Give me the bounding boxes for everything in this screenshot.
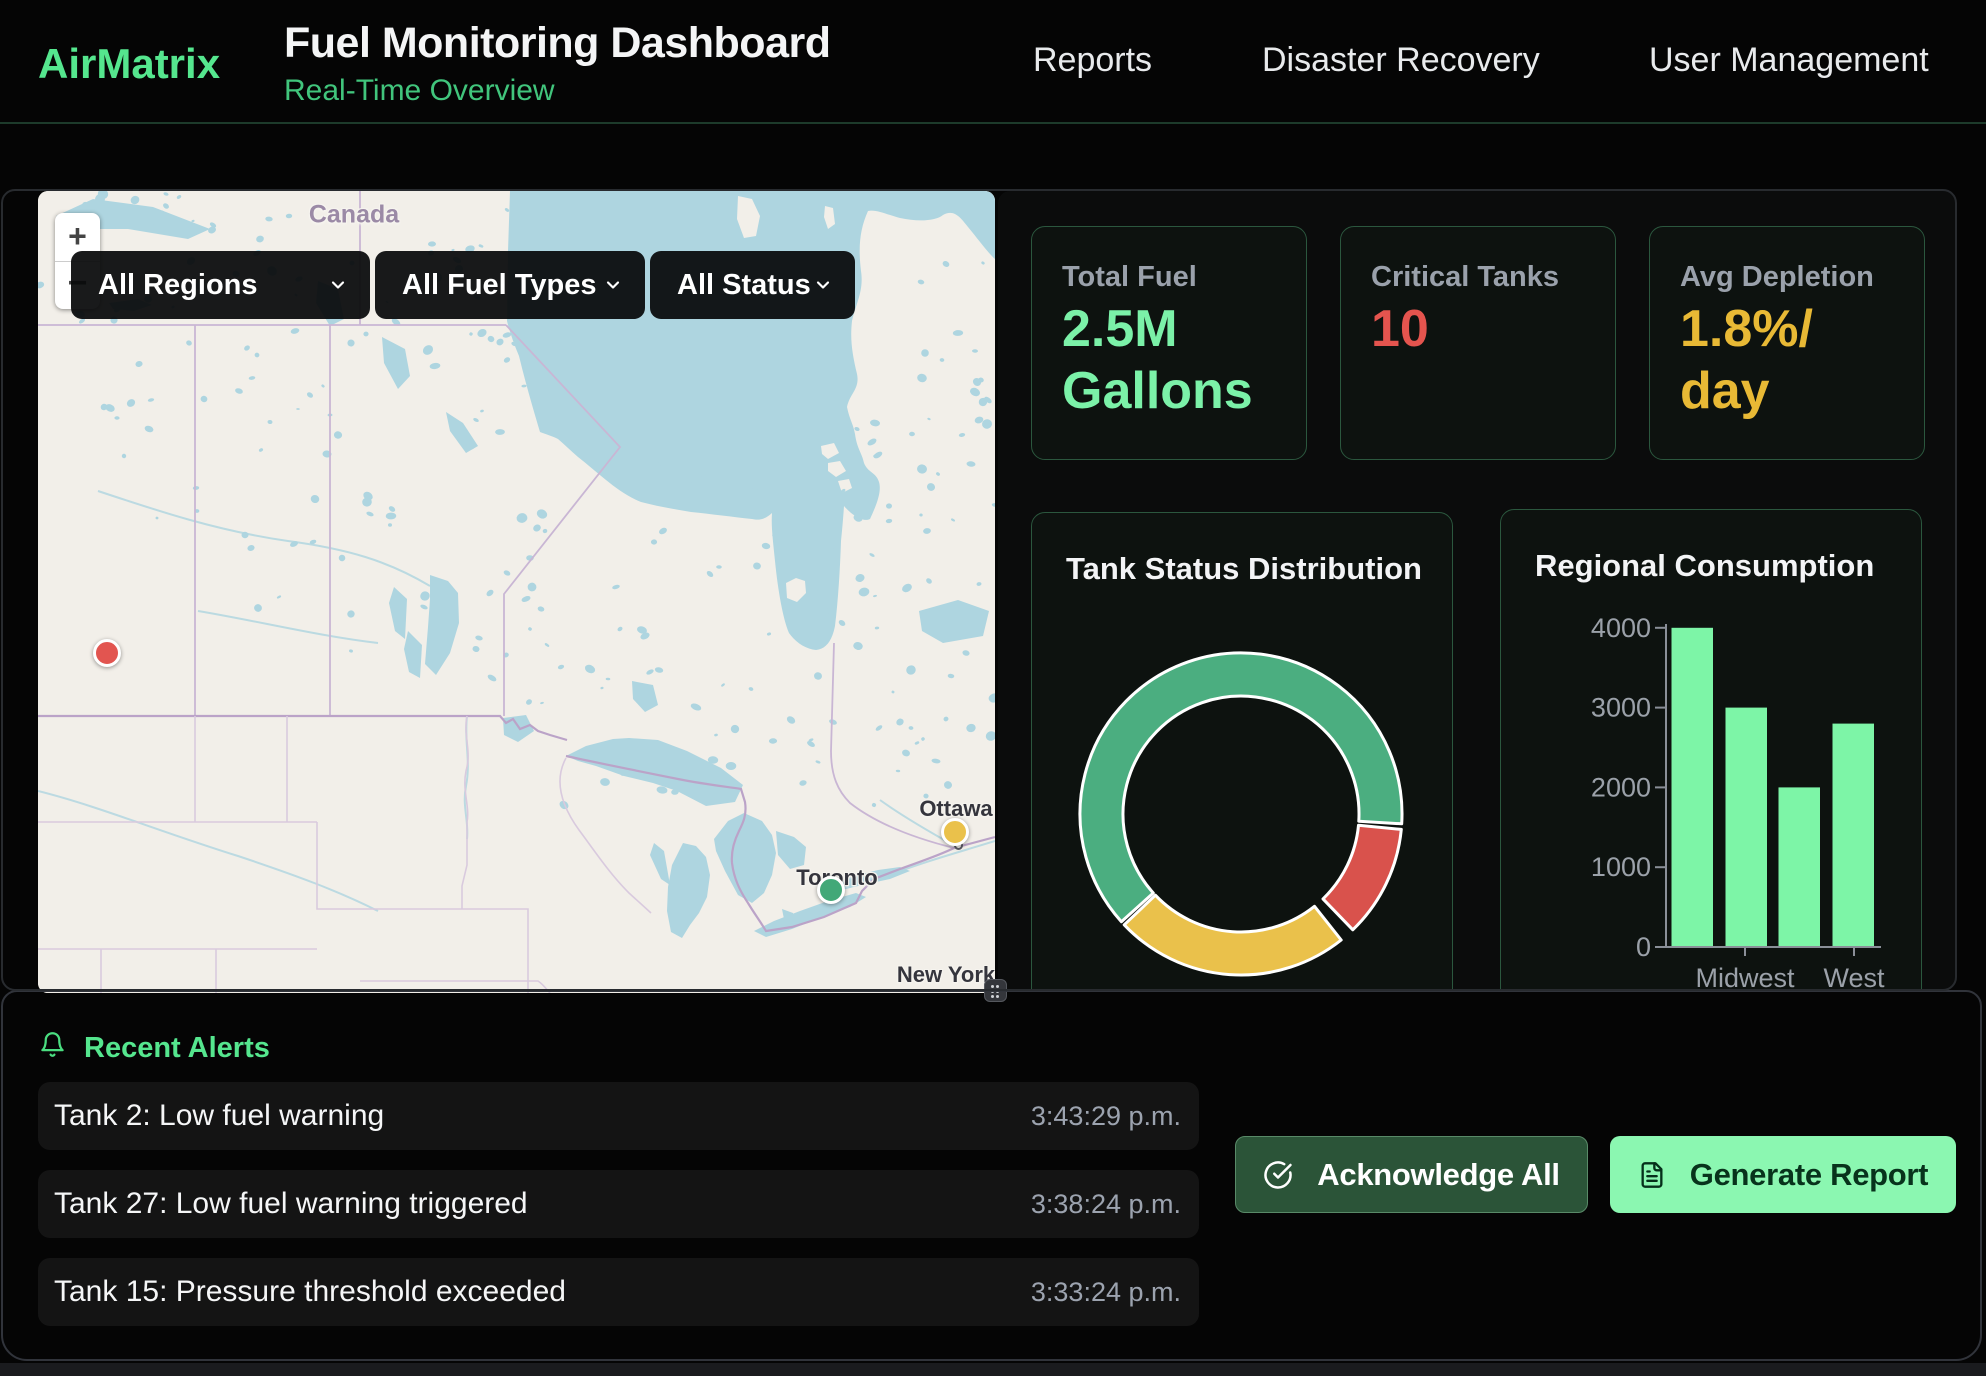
svg-text:West: West	[1823, 963, 1885, 991]
svg-text:3000: 3000	[1591, 693, 1651, 723]
svg-text:Midwest: Midwest	[1695, 963, 1795, 991]
svg-text:1000: 1000	[1591, 852, 1651, 882]
svg-text:0: 0	[1636, 932, 1651, 962]
svg-text:2000: 2000	[1591, 772, 1651, 802]
svg-text:4000: 4000	[1591, 613, 1651, 643]
